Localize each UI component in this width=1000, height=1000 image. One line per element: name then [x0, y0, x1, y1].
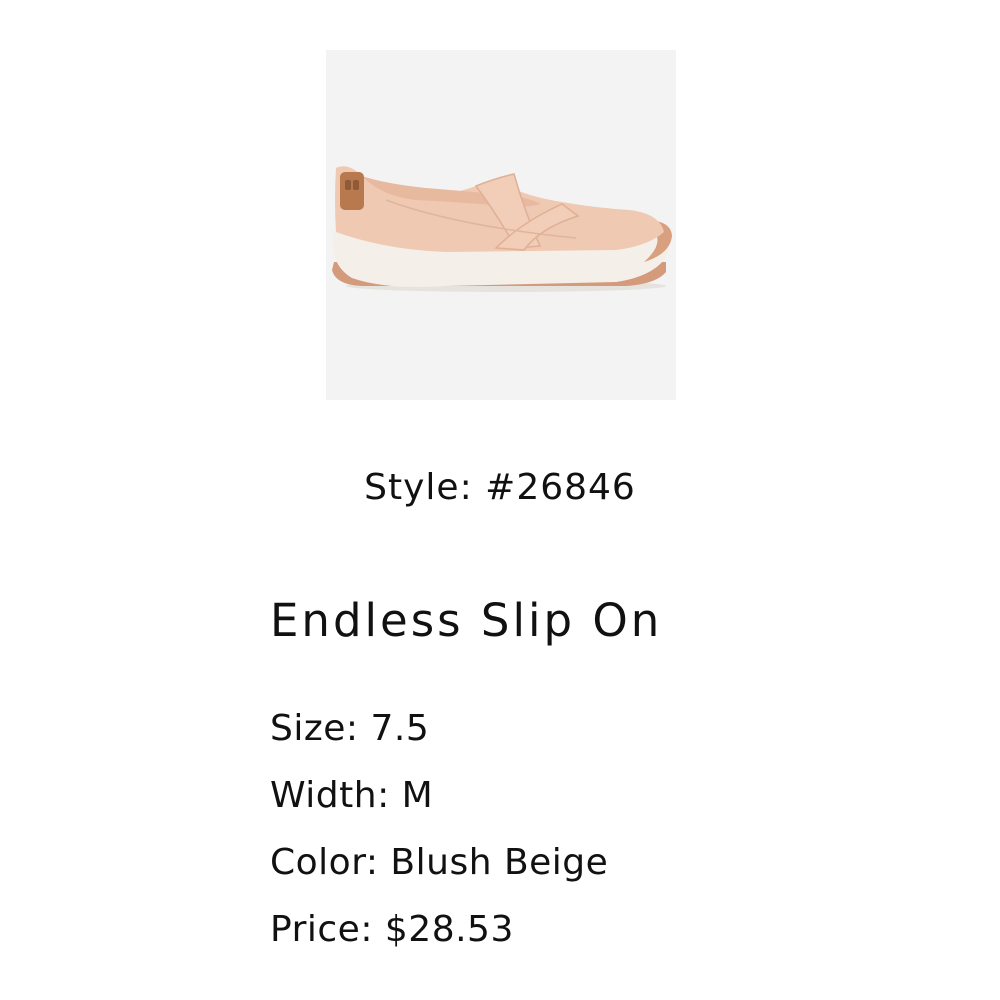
color-detail: Color: Blush Beige — [270, 842, 609, 883]
size-detail: Size: 7.5 — [270, 708, 430, 749]
price-detail: Price: $28.53 — [270, 909, 514, 950]
product-details: Size: 7.5 Width: M Color: Blush Beige Pr… — [270, 695, 608, 963]
shoe-illustration — [332, 166, 672, 292]
product-title: Endless Slip On — [270, 594, 663, 647]
width-detail: Width: M — [270, 775, 434, 816]
product-image[interactable] — [326, 50, 676, 400]
style-number: Style: #26846 — [364, 467, 636, 508]
